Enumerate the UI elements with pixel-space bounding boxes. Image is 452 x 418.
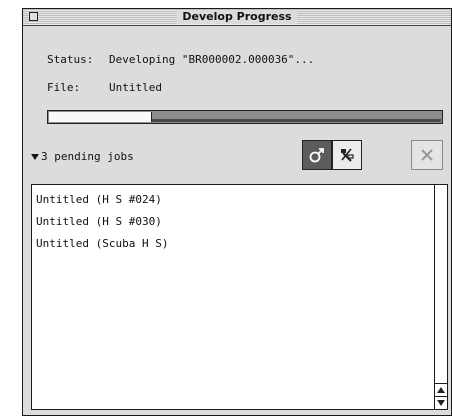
disclosure-triangle-icon[interactable] xyxy=(31,154,39,160)
arrow-up-icon xyxy=(437,387,445,393)
develop-progress-window: Develop Progress Status: Developing "BR0… xyxy=(22,8,452,416)
list-item[interactable]: Untitled (H S #024) xyxy=(36,193,162,207)
status-label: Status: xyxy=(47,53,94,66)
cancel-button[interactable] xyxy=(411,140,443,170)
settings-button[interactable] xyxy=(332,140,362,170)
file-label: File: xyxy=(47,81,81,94)
window-title: Develop Progress xyxy=(176,10,298,24)
file-value: Untitled xyxy=(109,81,162,94)
close-x-icon xyxy=(421,149,433,161)
pending-jobs-list[interactable]: Untitled (H S #024) Untitled (H S #030) … xyxy=(31,184,448,410)
progress-bar xyxy=(47,110,443,124)
arrow-down-icon xyxy=(437,400,445,406)
develop-mode-button[interactable] xyxy=(302,140,332,170)
scroll-up-arrow[interactable] xyxy=(435,383,447,396)
close-box-button[interactable] xyxy=(29,12,38,21)
title-bar[interactable]: Develop Progress xyxy=(23,9,451,26)
list-item[interactable]: Untitled (Scuba H S) xyxy=(36,237,168,251)
list-item[interactable]: Untitled (H S #030) xyxy=(36,215,162,229)
wrench-crossed-icon xyxy=(341,148,354,162)
vertical-scrollbar[interactable] xyxy=(434,185,447,409)
status-value: Developing "BR000002.000036"... xyxy=(109,53,315,66)
progress-fill xyxy=(49,112,152,122)
scroll-down-arrow[interactable] xyxy=(435,396,447,409)
sex-symbol-icon xyxy=(309,148,324,163)
pending-jobs-label[interactable]: 3 pending jobs xyxy=(41,150,134,164)
